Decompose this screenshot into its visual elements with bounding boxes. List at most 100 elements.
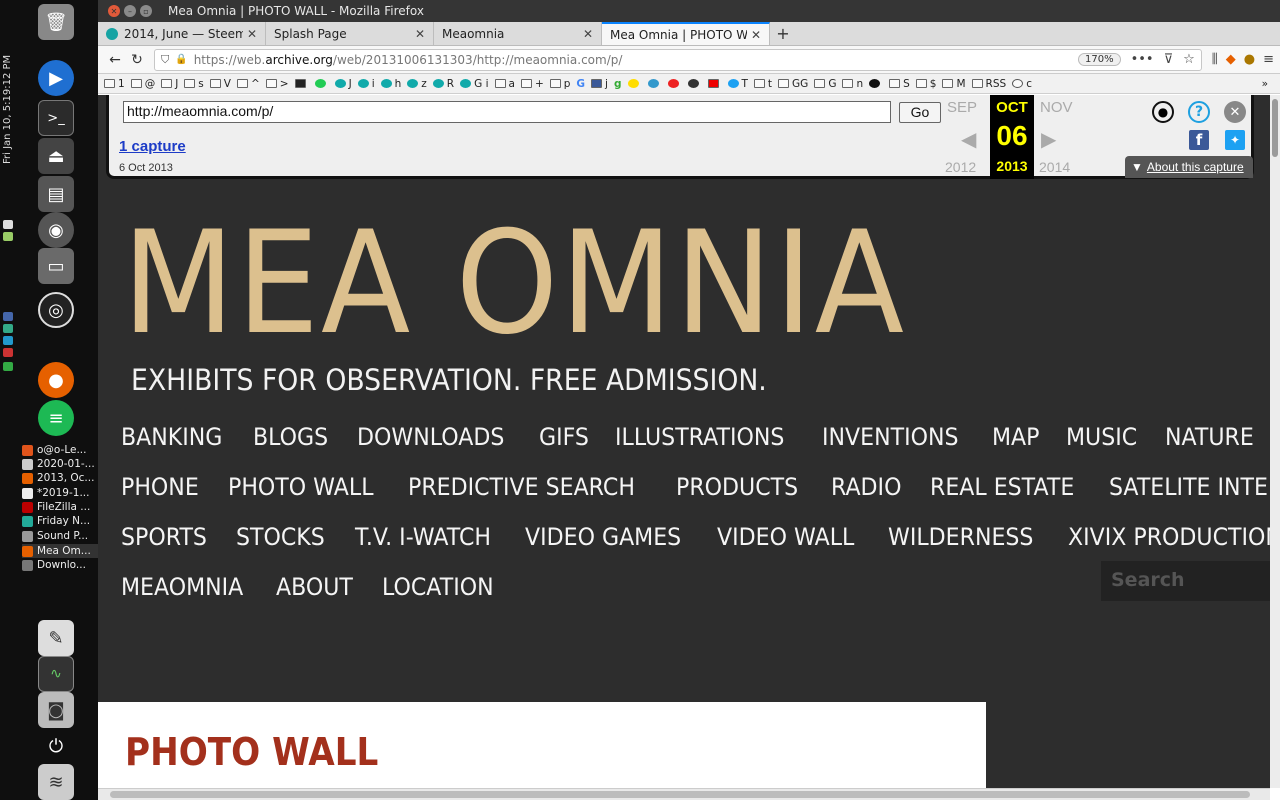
help-icon[interactable]: ? <box>1188 101 1210 123</box>
extension-icon[interactable]: ◆ <box>1226 52 1236 67</box>
bookmark-folder[interactable]: p <box>549 78 570 90</box>
menu-item-phone[interactable]: PHONE <box>121 471 199 503</box>
bookmark-link[interactable] <box>667 79 682 88</box>
menu-item-real-estate[interactable]: REAL ESTATE <box>930 471 1074 503</box>
wayback-go-button[interactable]: Go <box>899 102 941 123</box>
menu-item-banking[interactable]: BANKING <box>121 421 222 453</box>
bookmark-folder[interactable]: G <box>814 78 836 90</box>
app-launcher-icon[interactable]: ≋ <box>38 764 74 800</box>
extension-icon[interactable]: ● <box>1244 52 1255 67</box>
bookmark-folder[interactable]: M <box>942 78 966 90</box>
bookmark-folder[interactable]: t <box>753 78 772 90</box>
obs-icon[interactable]: ◎ <box>38 292 74 328</box>
bookmark-link[interactable]: T <box>727 78 748 90</box>
bookmark-folder[interactable]: @ <box>130 78 155 90</box>
next-year-link[interactable]: 2014 <box>1039 159 1070 175</box>
terminal-icon[interactable]: >_ <box>38 100 74 136</box>
vertical-scrollbar[interactable] <box>1270 95 1280 788</box>
files-icon[interactable]: ▭ <box>38 248 74 284</box>
close-icon[interactable]: ✕ <box>247 27 257 41</box>
next-month-link[interactable]: NOV <box>1040 99 1073 116</box>
bookmark-link[interactable]: j <box>591 78 608 90</box>
zoom-level-button[interactable]: 170% <box>1077 53 1121 66</box>
menu-item-radio[interactable]: RADIO <box>831 471 901 503</box>
scanner-icon[interactable]: ▤ <box>38 176 74 212</box>
twitter-share-icon[interactable]: ✦ <box>1225 130 1245 150</box>
site-title[interactable]: MEA OMNIA <box>122 213 906 355</box>
taskbar-item[interactable]: Friday N... <box>22 514 98 528</box>
text-editor-icon[interactable]: ✎ <box>38 620 74 656</box>
tracking-protection-icon[interactable]: ⛉ <box>161 53 169 67</box>
bookmark-folder[interactable]: $ <box>915 78 936 90</box>
notes-app-icon[interactable]: ≡ <box>38 400 74 436</box>
menu-item-downloads[interactable]: DOWNLOADS <box>357 421 504 453</box>
menu-item-photo-wall[interactable]: PHOTO WALL <box>228 471 374 503</box>
bookmark-link[interactable]: G i <box>460 78 489 90</box>
eject-icon[interactable]: ⏏ <box>38 138 74 174</box>
library-icon[interactable]: ⫼ <box>1212 52 1218 67</box>
bookmark-link[interactable] <box>647 79 662 88</box>
prev-year-link[interactable]: 2012 <box>945 159 976 175</box>
url-bar[interactable]: ⛉ 🔒 https://web. archive.org/web/20131006… <box>154 48 1202 71</box>
menu-icon[interactable]: ≡ <box>1263 52 1274 67</box>
menu-item-about[interactable]: ABOUT <box>276 571 353 603</box>
window-minimize-button[interactable]: – <box>124 5 136 17</box>
menu-item-products[interactable]: PRODUCTS <box>676 471 798 503</box>
bookmark-folder[interactable]: V <box>209 78 231 90</box>
taskbar-item[interactable]: FileZilla ... <box>22 500 98 514</box>
bookmark-link[interactable]: c <box>1012 78 1032 90</box>
bookmark-link[interactable]: J <box>334 78 352 90</box>
taskbar-item[interactable]: 2013, Oc... <box>22 471 98 485</box>
bookmark-folder[interactable]: a <box>494 78 515 90</box>
menu-item-illustrations[interactable]: ILLUSTRATIONS <box>615 421 784 453</box>
menu-item-satelite-internet[interactable]: SATELITE INTERNET <box>1109 471 1270 503</box>
menu-item-gifs[interactable]: GIFS <box>539 421 589 453</box>
bookmark-folder[interactable]: 1 <box>104 78 125 90</box>
bookmark-link[interactable]: h <box>380 78 401 90</box>
system-monitor-icon[interactable]: ∿ <box>38 656 74 692</box>
bookmark-link[interactable]: G <box>576 78 585 90</box>
bookmark-link[interactable] <box>627 79 642 88</box>
menu-item-predictive-search[interactable]: PREDICTIVE SEARCH <box>408 471 635 503</box>
user-account-icon[interactable]: ● <box>1152 101 1174 123</box>
next-capture-arrow-icon[interactable]: ▶ <box>1041 127 1056 151</box>
window-maximize-button[interactable]: ▫ <box>140 5 152 17</box>
bookmark-folder[interactable]: > <box>265 78 289 90</box>
back-button[interactable]: ← <box>104 49 126 71</box>
bookmark-folder[interactable]: S <box>889 78 910 90</box>
search-input[interactable]: Search <box>1101 561 1270 601</box>
ubuntu-software-icon[interactable]: ◉ <box>38 212 74 248</box>
menu-item-nature[interactable]: NATURE <box>1165 421 1254 453</box>
bookmark-link[interactable]: z <box>407 78 427 90</box>
prev-month-link[interactable]: SEP <box>947 99 977 116</box>
menu-item-xivix-productions[interactable]: XIVIX PRODUCTIONS <box>1068 521 1270 553</box>
firefox-icon[interactable]: ● <box>38 362 74 398</box>
close-toolbar-icon[interactable]: ✕ <box>1224 101 1246 123</box>
menu-item-map[interactable]: MAP <box>992 421 1039 453</box>
menu-item-blogs[interactable]: BLOGS <box>253 421 328 453</box>
bookmark-folder[interactable]: RSS <box>971 78 1006 90</box>
menu-item-sports[interactable]: SPORTS <box>121 521 207 553</box>
new-tab-button[interactable]: + <box>770 22 796 45</box>
taskbar-item[interactable]: Downlo... <box>22 558 98 572</box>
bookmark-folder[interactable]: + <box>520 78 544 90</box>
bookmark-link[interactable] <box>687 79 702 88</box>
taskbar-item[interactable]: Sound P... <box>22 529 98 543</box>
bookmark-link[interactable] <box>314 79 329 88</box>
bookmark-folder[interactable]: J <box>161 78 178 90</box>
tab-steemit[interactable]: 2014, June — Steemit ✕ <box>98 22 266 45</box>
close-icon[interactable]: ✕ <box>751 28 761 42</box>
tab-splash-page[interactable]: Splash Page ✕ <box>266 22 434 45</box>
bookmark-folder[interactable]: GG <box>778 78 808 90</box>
bookmark-folder[interactable]: s <box>184 78 204 90</box>
menu-item-video-games[interactable]: VIDEO GAMES <box>525 521 681 553</box>
window-close-button[interactable]: ✕ <box>108 5 120 17</box>
menu-item-wilderness[interactable]: WILDERNESS <box>888 521 1033 553</box>
menu-item-stocks[interactable]: STOCKS <box>236 521 325 553</box>
pocket-icon[interactable]: ⊽ <box>1164 52 1174 67</box>
bookmark-link[interactable] <box>707 79 722 88</box>
about-capture-button[interactable]: ▼ About this capture <box>1125 156 1253 178</box>
taskbar-item[interactable]: *2019-1... <box>22 486 98 500</box>
close-icon[interactable]: ✕ <box>415 27 425 41</box>
menu-item-music[interactable]: MUSIC <box>1066 421 1137 453</box>
